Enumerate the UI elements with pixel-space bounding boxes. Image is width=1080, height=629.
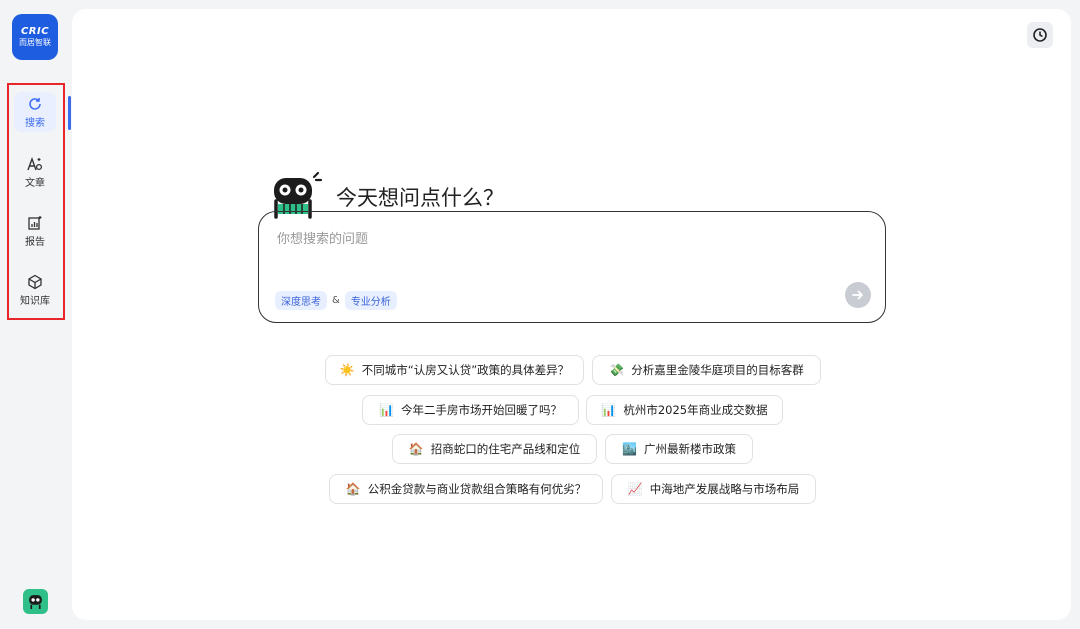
- suggestion-chip[interactable]: 💸 分析嘉里金陵华庭项目的目标客群: [592, 355, 821, 385]
- nav-item-label: 报告: [25, 236, 45, 248]
- main-panel: 今天想问点什么？ 深度思考 & 专业分析 ☀️ 不同城市“认房又认贷”政策的具体…: [72, 9, 1071, 620]
- nav-item-label: 搜索: [25, 117, 45, 129]
- logo-subtext: 而居智联: [19, 38, 51, 47]
- nav-item-label: 知识库: [20, 295, 50, 307]
- suggestion-text: 杭州市2025年商业成交数据: [623, 403, 768, 417]
- nav-item-article[interactable]: 文章: [14, 152, 56, 192]
- app-logo[interactable]: CRIC 而居智联: [12, 14, 58, 60]
- report-chart-icon: [28, 215, 42, 230]
- arrow-right-icon: [852, 290, 863, 300]
- search-refresh-icon: [29, 97, 41, 110]
- suggestion-chip[interactable]: 📊 今年二手房市场开始回暖了吗？: [362, 395, 579, 425]
- suggestion-text: 广州最新楼市政策: [643, 442, 736, 456]
- suggestion-chip[interactable]: 🏠 招商蛇口的住宅产品线和定位: [392, 434, 597, 464]
- suggestion-chip[interactable]: 🏠 公积金贷款与商业贷款组合策略有何优劣？: [329, 474, 603, 504]
- suggestion-text: 中海地产发展战略与市场布局: [649, 482, 800, 496]
- suggestion-text: 招商蛇口的住宅产品线和定位: [430, 442, 581, 456]
- sun-emoji-icon: ☀️: [339, 363, 355, 377]
- suggestion-text: 今年二手房市场开始回暖了吗？: [400, 403, 562, 417]
- nav-item-search[interactable]: 搜索: [14, 92, 56, 132]
- money-emoji-icon: 💸: [609, 363, 625, 377]
- deep-thinking-chip[interactable]: 深度思考: [275, 291, 327, 310]
- robot-icon: [29, 595, 42, 609]
- history-button[interactable]: [1027, 22, 1053, 48]
- bar-chart-emoji-icon: 📊: [601, 403, 617, 417]
- history-clock-icon: [1033, 28, 1047, 42]
- hero-title: 今天想问点什么？: [336, 186, 504, 210]
- bar-chart-emoji-icon: 📊: [379, 403, 394, 417]
- suggestion-chip[interactable]: 🏙️ 广州最新楼市政策: [605, 434, 753, 464]
- suggestion-chip[interactable]: 📈 中海地产发展战略与市场布局: [611, 474, 816, 504]
- active-indicator: [68, 96, 71, 130]
- nav-item-label: 文章: [25, 177, 45, 189]
- suggestion-text: 公积金贷款与商业贷款组合策略有何优劣？: [367, 482, 587, 496]
- cityscape-emoji-icon: 🏙️: [622, 442, 637, 456]
- search-input[interactable]: [275, 226, 839, 252]
- chip-separator: &: [332, 295, 340, 306]
- trend-chart-emoji-icon: 📈: [627, 482, 643, 496]
- send-button[interactable]: [845, 282, 871, 308]
- house-emoji-icon: 🏠: [408, 442, 424, 456]
- nav-item-report[interactable]: 报告: [14, 211, 56, 251]
- suggestion-chip[interactable]: ☀️ 不同城市“认房又认贷”政策的具体差异？: [325, 355, 584, 385]
- suggestion-text: 不同城市“认房又认贷”政策的具体差异？: [361, 363, 570, 377]
- professional-analysis-chip[interactable]: 专业分析: [344, 291, 397, 310]
- article-ai-icon: [27, 156, 43, 170]
- nav-item-knowledge-base[interactable]: 知识库: [14, 270, 56, 310]
- suggestion-chip[interactable]: 📊 杭州市2025年商业成交数据: [586, 395, 783, 425]
- logo-text: CRIC: [20, 26, 50, 37]
- suggestion-text: 分析嘉里金陵华庭项目的目标客群: [631, 363, 804, 377]
- knowledge-base-icon: [28, 274, 42, 289]
- assistant-bot-button[interactable]: [23, 589, 48, 614]
- mode-chips: 深度思考 & 专业分析: [275, 291, 397, 310]
- house-emoji-icon: 🏠: [345, 482, 361, 496]
- search-box: 深度思考 & 专业分析: [258, 211, 886, 323]
